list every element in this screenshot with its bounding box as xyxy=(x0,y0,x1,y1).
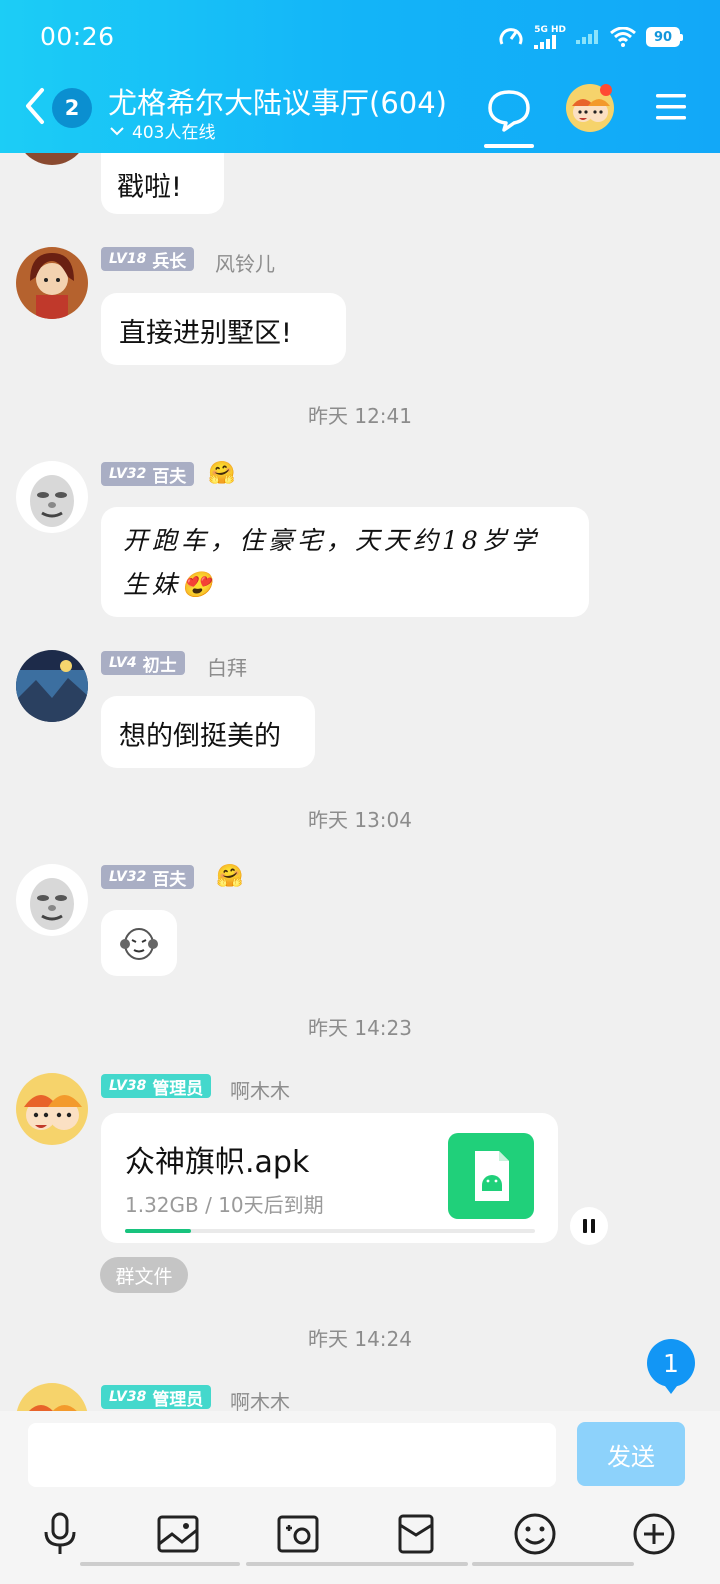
speed-icon xyxy=(499,28,523,45)
group-title[interactable]: 尤格希尔大陆议事厅(604) xyxy=(108,80,447,122)
online-count-label: 403人在线 xyxy=(132,123,216,143)
panel-indicator xyxy=(472,1562,634,1566)
plus-icon xyxy=(633,1513,675,1555)
message-bubble[interactable]: 想的倒挺美的 xyxy=(101,696,315,768)
download-progress-fill xyxy=(125,1229,191,1233)
file-name: 众神旗帜.apk xyxy=(125,1145,310,1180)
panel-indicator xyxy=(246,1562,468,1566)
avatar[interactable] xyxy=(16,864,88,936)
file-meta: 1.32GB / 10天后到期 xyxy=(125,1193,324,1217)
red-packet-icon xyxy=(398,1514,434,1554)
status-time: 00:26 xyxy=(40,22,115,51)
send-button[interactable]: 发送 xyxy=(577,1422,685,1486)
level-badge: LV38 管理员 xyxy=(101,1074,212,1099)
avatar[interactable] xyxy=(16,1073,88,1145)
nickname[interactable]: 白拜 xyxy=(207,652,247,681)
avatar[interactable] xyxy=(16,247,88,319)
avatar[interactable] xyxy=(16,1383,88,1411)
battery-icon: 90 xyxy=(646,27,683,47)
nickname-emoji[interactable]: 🤗 xyxy=(216,864,243,889)
nickname-emoji[interactable]: 🤗 xyxy=(208,461,235,486)
nickname[interactable]: 风铃儿 xyxy=(215,248,275,277)
file-card[interactable]: 众神旗帜.apk 1.32GB / 10天后到期 xyxy=(101,1113,558,1243)
nickname[interactable]: 啊木木 xyxy=(230,1386,290,1411)
red-packet-button[interactable] xyxy=(390,1509,442,1559)
sticker-bubble[interactable] xyxy=(101,910,177,976)
camera-button[interactable] xyxy=(272,1509,324,1559)
notification-dot xyxy=(600,84,612,96)
tab-underline xyxy=(484,144,534,148)
message-input[interactable] xyxy=(28,1423,556,1487)
chat-bubble-icon[interactable] xyxy=(484,84,534,148)
new-message-badge[interactable]: 1 xyxy=(647,1339,695,1394)
avatar[interactable] xyxy=(16,153,88,165)
emoji-button[interactable] xyxy=(509,1509,561,1559)
avatar[interactable] xyxy=(16,650,88,722)
mic-icon xyxy=(44,1512,76,1554)
image-button[interactable] xyxy=(152,1509,204,1559)
level-badge: LV32 百夫 xyxy=(101,865,195,890)
message-bubble[interactable]: 开跑车，住豪宅，天天约18岁学生妹😍 xyxy=(101,507,589,617)
unread-count-badge[interactable]: 2 xyxy=(52,88,92,128)
pause-icon xyxy=(583,1219,595,1233)
timestamp: 昨天 14:24 xyxy=(308,1327,412,1351)
download-progress xyxy=(125,1229,535,1233)
chat-header: 00:26 5G HD 90 2 尤格希尔大陆议事厅(604) 403人在线 xyxy=(0,0,720,153)
avatar[interactable] xyxy=(16,461,88,533)
apk-file-icon xyxy=(448,1133,534,1219)
level-badge: LV4 初士 xyxy=(101,651,185,676)
back-button[interactable] xyxy=(20,84,50,128)
message-bubble[interactable]: 直接进别墅区! xyxy=(101,293,346,365)
message-bubble[interactable]: 戳啦! xyxy=(101,153,224,214)
pause-download-button[interactable] xyxy=(570,1207,608,1245)
input-bar: 发送 xyxy=(0,1411,720,1584)
level-badge: LV18 兵长 xyxy=(101,247,195,272)
cellular-signal-icon: 5G HD xyxy=(534,25,566,49)
image-icon xyxy=(157,1515,199,1553)
emoji-icon xyxy=(514,1513,556,1555)
chevron-down-icon xyxy=(110,126,124,135)
voice-button[interactable] xyxy=(34,1509,86,1559)
timestamp: 昨天 14:23 xyxy=(308,1016,412,1040)
panel-indicator xyxy=(80,1562,240,1566)
status-icons: 5G HD 90 xyxy=(498,24,683,50)
nickname[interactable]: 啊木木 xyxy=(230,1075,290,1104)
message-list[interactable]: 戳啦! LV18 兵长 风铃儿 直接进别墅区! 昨天 12:41 LV32 百夫 🤗… xyxy=(0,153,720,1411)
level-badge: LV32 百夫 xyxy=(101,462,195,487)
cellular-signal-2-icon xyxy=(576,30,598,44)
more-button[interactable] xyxy=(628,1509,680,1559)
online-count[interactable]: 403人在线 xyxy=(110,118,215,143)
wifi-icon xyxy=(610,27,636,47)
group-file-tag[interactable]: 群文件 xyxy=(100,1257,188,1293)
menu-icon[interactable] xyxy=(654,92,688,122)
level-badge: LV38 管理员 xyxy=(101,1385,212,1410)
camera-icon xyxy=(277,1515,319,1553)
sticker-face-icon xyxy=(120,928,158,960)
timestamp: 昨天 13:04 xyxy=(308,808,412,832)
timestamp: 昨天 12:41 xyxy=(308,404,412,428)
